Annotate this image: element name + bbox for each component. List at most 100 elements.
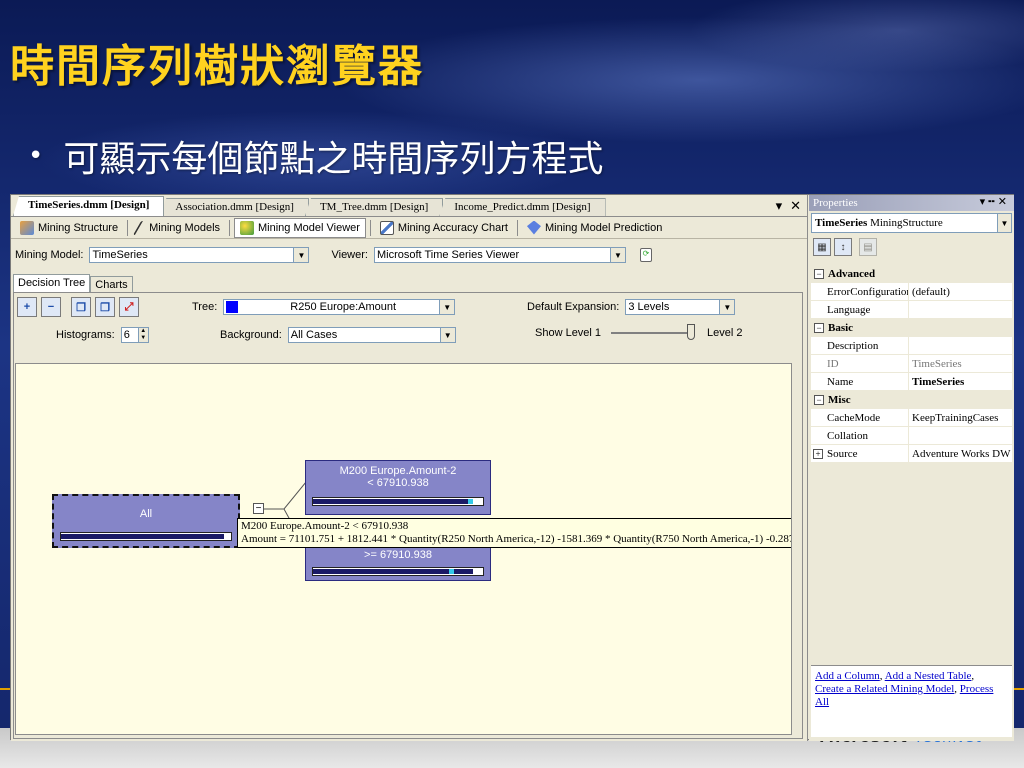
tab-mining-models[interactable]: Mining Models: [132, 218, 225, 238]
create-related-model-link[interactable]: Create a Related Mining Model: [815, 683, 954, 695]
property-row[interactable]: Language: [811, 301, 1012, 319]
collapse-icon[interactable]: −: [814, 395, 824, 405]
default-expansion-label: Default Expansion:: [527, 301, 620, 313]
tab-mining-model-prediction-label: Mining Model Prediction: [544, 221, 663, 234]
property-value[interactable]: [909, 337, 1012, 354]
collapse-icon[interactable]: −: [814, 323, 824, 333]
default-expansion-value: 3 Levels: [628, 301, 670, 313]
histograms-row: Histograms: 6 ▲ ▼: [56, 327, 149, 343]
document-window-buttons: ▾ ✕: [776, 198, 801, 214]
tree-dropdown[interactable]: R250 Europe:Amount ▼: [223, 299, 456, 315]
viewer-dropdown[interactable]: Microsoft Time Series Viewer ▼: [373, 247, 626, 263]
mining-model-viewer-icon: [240, 220, 255, 235]
top-node-label: M200 Europe.Amount-2: [339, 465, 457, 477]
property-row[interactable]: Description: [811, 337, 1012, 355]
properties-command-links: Add a Column, Add a Nested Table, Create…: [811, 665, 1012, 737]
bottom-node-histogram: [312, 567, 484, 576]
top-node-condition: < 67910.938: [367, 477, 429, 489]
properties-object-selector[interactable]: TimeSeries MiningStructure ▼: [811, 213, 1012, 233]
add-nested-table-link[interactable]: Add a Nested Table: [885, 670, 972, 682]
process-all-link[interactable]: All: [815, 696, 829, 708]
top-node-histogram: [312, 497, 484, 506]
histograms-value: 6: [123, 329, 130, 341]
default-expansion-row: Default Expansion: 3 Levels ▼: [527, 299, 736, 315]
default-expansion-dropdown[interactable]: 3 Levels ▼: [625, 299, 736, 315]
categorized-icon[interactable]: ▦: [813, 238, 831, 256]
tab-mining-accuracy-chart[interactable]: Mining Accuracy Chart: [375, 218, 513, 238]
zoom-in-icon[interactable]: +: [17, 297, 37, 317]
property-label: Language: [811, 301, 909, 318]
category-advanced[interactable]: − Advanced: [811, 265, 1012, 283]
property-row[interactable]: Collation: [811, 427, 1012, 445]
close-document-icon[interactable]: ✕: [790, 198, 801, 214]
pin-icon[interactable]: ╍: [988, 196, 998, 208]
chevron-down-icon: ▼: [997, 214, 1011, 232]
property-value[interactable]: TimeSeries: [909, 373, 1012, 390]
chevron-down-icon: ▼: [719, 300, 735, 314]
process-link[interactable]: Process: [960, 683, 994, 695]
doc-tab-timeseries[interactable]: TimeSeries.dmm [Design]: [13, 196, 165, 216]
collapse-icon[interactable]: −: [814, 269, 824, 279]
property-row[interactable]: ErrorConfiguration (default): [811, 283, 1012, 301]
category-misc[interactable]: − Misc: [811, 391, 1012, 409]
root-node-histogram: [60, 532, 232, 541]
tree-node-top[interactable]: M200 Europe.Amount-2 < 67910.938: [305, 460, 491, 515]
add-column-link[interactable]: Add a Column: [815, 670, 880, 682]
chevron-down-icon: ▼: [609, 248, 625, 262]
window-position-icon[interactable]: ▾: [980, 196, 989, 208]
properties-title-bar: Properties ▾╍✕: [809, 195, 1014, 211]
doc-tab-association[interactable]: Association.dmm [Design]: [160, 198, 309, 216]
background-value: All Cases: [290, 329, 338, 341]
tree-node-root[interactable]: All: [52, 494, 240, 548]
tab-mining-model-viewer-label: Mining Model Viewer: [258, 221, 360, 234]
property-row[interactable]: CacheMode KeepTrainingCases: [811, 409, 1012, 427]
copy-graph-view-icon[interactable]: ❐: [95, 297, 115, 317]
alphabetical-sort-icon[interactable]: ↕: [834, 238, 852, 256]
property-value[interactable]: KeepTrainingCases: [909, 409, 1012, 426]
collapse-node-icon[interactable]: −: [253, 503, 264, 514]
expand-icon[interactable]: +: [813, 448, 823, 459]
level-label: Level 2: [707, 327, 743, 339]
level-slider-thumb[interactable]: [687, 324, 696, 340]
properties-toolbar: ▦ ↕ ▤: [809, 235, 1014, 259]
toolbar-separator: [229, 219, 231, 236]
category-basic[interactable]: − Basic: [811, 319, 1012, 337]
property-pages-icon[interactable]: ▤: [859, 238, 877, 256]
histograms-stepper[interactable]: 6 ▲ ▼: [120, 327, 149, 343]
property-value[interactable]: [909, 301, 1012, 318]
tab-mining-model-prediction[interactable]: Mining Model Prediction: [522, 218, 667, 238]
bottom-node-condition: >= 67910.938: [364, 549, 432, 561]
doc-tab-income-predict[interactable]: Income_Predict.dmm [Design]: [439, 198, 606, 216]
tab-decision-tree[interactable]: Decision Tree: [13, 274, 91, 293]
property-value[interactable]: [909, 427, 1012, 444]
zoom-out-icon[interactable]: −: [41, 297, 61, 317]
left-accent-line: [0, 688, 10, 690]
spin-arrows-icon[interactable]: ▲ ▼: [137, 328, 148, 342]
size-to-fit-icon[interactable]: ⤢: [119, 297, 139, 317]
property-value[interactable]: (default): [909, 283, 1012, 300]
property-row[interactable]: ID TimeSeries: [811, 355, 1012, 373]
property-row[interactable]: Name TimeSeries: [811, 373, 1012, 391]
root-histogram-fill: [61, 534, 225, 539]
tab-mining-structure-label: Mining Structure: [38, 221, 119, 234]
property-row-source[interactable]: + Source Adventure Works DW: [811, 445, 1012, 463]
level-slider[interactable]: [611, 324, 696, 340]
copy-graph-icon[interactable]: ❐: [71, 297, 91, 317]
doc-tab-tm-tree[interactable]: TM_Tree.dmm [Design]: [304, 198, 444, 216]
document-tab-strip: TimeSeries.dmm [Design] Association.dmm …: [11, 195, 807, 217]
tab-mining-model-viewer[interactable]: Mining Model Viewer: [234, 217, 366, 238]
window-position-icon[interactable]: ▾: [776, 198, 783, 214]
mining-model-dropdown[interactable]: TimeSeries ▼: [89, 247, 310, 263]
property-value[interactable]: Adventure Works DW: [909, 445, 1012, 462]
show-level-label: Show Level 1: [535, 327, 602, 339]
property-label: Description: [811, 337, 909, 354]
tab-mining-structure[interactable]: Mining Structure: [15, 218, 123, 238]
refresh-icon[interactable]: ⟳: [639, 248, 652, 262]
properties-object-name: TimeSeries: [815, 217, 868, 229]
tab-charts[interactable]: Charts: [90, 276, 133, 293]
properties-window: Properties ▾╍✕ TimeSeries MiningStructur…: [809, 195, 1014, 741]
close-icon[interactable]: ✕: [998, 196, 1010, 208]
background-dropdown[interactable]: All Cases ▼: [287, 327, 456, 343]
mining-model-value: TimeSeries: [92, 249, 148, 261]
designer-toolbar: Mining Structure Mining Models Mining Mo…: [11, 217, 807, 239]
